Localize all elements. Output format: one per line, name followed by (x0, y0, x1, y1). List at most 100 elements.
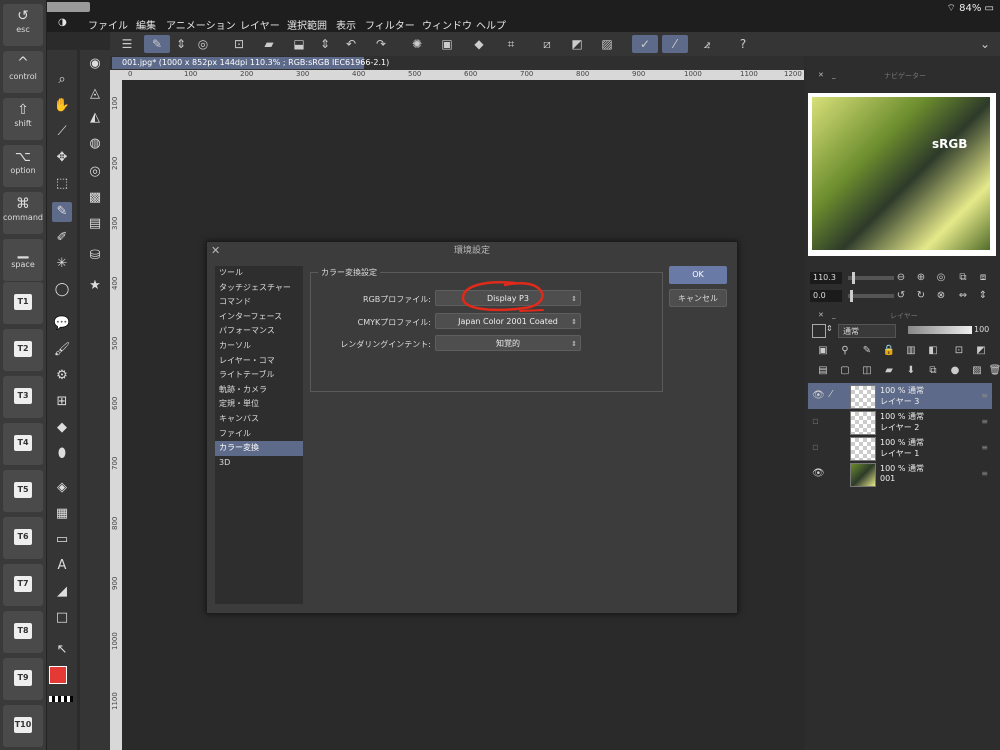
zoom-slider[interactable] (848, 272, 894, 284)
loading-icon[interactable]: ✺ (408, 35, 426, 53)
mask-enable-icon[interactable]: ◧ (926, 344, 940, 358)
eyedropper-icon[interactable]: ⟋ (52, 122, 72, 142)
edit-mode-icon[interactable]: ✎ (144, 35, 170, 53)
operation-icon[interactable]: ◉ (85, 54, 105, 74)
crop-icon[interactable]: ⌗ (502, 35, 520, 53)
category-item[interactable]: 3D (215, 456, 303, 471)
layer-property-icon[interactable]: ▤ (816, 364, 830, 378)
menu-file[interactable]: ファイル (88, 17, 128, 32)
rotation-slider[interactable] (848, 290, 894, 302)
chevron-updown-icon[interactable]: ⇕ (172, 35, 190, 53)
opacity-value[interactable]: 100 (974, 325, 989, 334)
category-item-selected[interactable]: カラー変換 (215, 441, 303, 456)
option-key[interactable]: ⌥ option (3, 145, 43, 187)
eye-hidden-icon[interactable]: ▫ (812, 442, 819, 453)
zoom-in-icon[interactable]: ⊕ (914, 272, 928, 283)
zoom-icon[interactable]: ⌕ (52, 70, 72, 90)
eye-icon[interactable]: 👁 (812, 468, 825, 479)
reset-rotation-icon[interactable]: ⊗ (934, 290, 948, 301)
t1-button[interactable]: T1 (3, 282, 43, 324)
flip-horizontal-icon[interactable]: ⇔ (956, 290, 970, 301)
category-item[interactable]: 軌跡・カメラ (215, 383, 303, 398)
t3-button[interactable]: T3 (3, 376, 43, 418)
ruler-show-icon[interactable]: ⊡ (952, 344, 966, 358)
apply-mask-icon[interactable]: ▨ (970, 364, 984, 378)
rotation-field[interactable]: 0.0 (810, 290, 842, 302)
redo-arrow-icon[interactable]: ↷ (372, 35, 390, 53)
drag-handle-icon[interactable]: ≡ (981, 417, 988, 426)
menu-animation[interactable]: アニメーション (166, 17, 236, 32)
material-icon[interactable]: ⛁ (85, 246, 105, 266)
help-icon[interactable]: ? (734, 35, 752, 53)
t9-button[interactable]: T9 (3, 658, 43, 700)
navigator-preview[interactable]: sRGB (808, 93, 996, 256)
flip-vertical-icon[interactable]: ⇕ (976, 290, 990, 301)
balloon-icon[interactable]: 💬 (52, 314, 72, 334)
fit-window-icon[interactable]: ⧈ (976, 272, 990, 283)
hand-icon[interactable]: ✋ (52, 96, 72, 116)
layer-clip-icon[interactable]: ▣ (816, 344, 830, 358)
t2-button[interactable]: T2 (3, 329, 43, 371)
lock-transparent-icon[interactable]: ▥ (904, 344, 918, 358)
menu-window[interactable]: ウィンドウ (422, 17, 472, 32)
layer-clip-icon[interactable]: ▣ (438, 35, 456, 53)
invert-icon[interactable]: ◩ (568, 35, 586, 53)
menu-selection[interactable]: 選択範囲 (287, 17, 327, 32)
mask-icon[interactable]: ▨ (598, 35, 616, 53)
brush-icon[interactable]: 🖌 (52, 340, 72, 360)
blend-mode-select[interactable]: 通常 (838, 324, 896, 338)
eraser-icon[interactable]: ◆ (52, 418, 72, 438)
rendering-intent-select[interactable]: 知覚的 ⇕ (435, 335, 581, 351)
category-item[interactable]: カーソル (215, 339, 303, 354)
open-folder-icon[interactable]: ▰ (260, 35, 278, 53)
favorite-icon[interactable]: ★ (85, 276, 105, 296)
text-icon[interactable]: A (52, 556, 72, 576)
app-logo-icon[interactable]: ◑ (58, 17, 67, 28)
category-item[interactable]: ファイル (215, 427, 303, 442)
draft-icon[interactable]: ✎ (860, 344, 874, 358)
category-item[interactable]: パフォーマンス (215, 324, 303, 339)
t7-button[interactable]: T7 (3, 564, 43, 606)
blend-icon[interactable]: ⬮ (52, 444, 72, 464)
layer-row[interactable]: ▫ 100 % 通常 レイヤー 2 ≡ (808, 409, 992, 435)
ruler-icon[interactable]: ⦨ (698, 35, 716, 53)
stabilize-icon[interactable]: ✓ (632, 35, 658, 53)
create-mask-icon[interactable]: ● (948, 364, 962, 378)
category-item[interactable]: レイヤー・コマ (215, 354, 303, 369)
select-icon[interactable]: ⬚ (52, 174, 72, 194)
pencil-icon[interactable]: ✐ (52, 228, 72, 248)
object-select-icon[interactable]: ↖ (52, 640, 72, 660)
close-icon[interactable]: ✕ (818, 311, 824, 319)
chevron-updown-icon[interactable]: ⇕ (826, 324, 833, 333)
cancel-button[interactable]: キャンセル (669, 289, 727, 307)
transparent-color-swatch[interactable] (49, 696, 73, 702)
new-file-icon[interactable]: ⊡ (230, 35, 248, 53)
fill-bucket-icon[interactable]: ◆ (470, 35, 488, 53)
space-key[interactable]: ▁ space (3, 239, 43, 281)
lock-icon[interactable]: 🔒 (882, 344, 896, 358)
rectangle-icon[interactable]: □ (52, 608, 72, 628)
category-item[interactable]: コマンド (215, 295, 303, 310)
t10-button[interactable]: T10 (3, 705, 43, 747)
pattern-icon[interactable]: ⊞ (52, 392, 72, 412)
decoration-icon[interactable]: ⚙ (52, 366, 72, 386)
stroke-icon[interactable]: ⁄ (662, 35, 688, 53)
t5-button[interactable]: T5 (3, 470, 43, 512)
menu-edit[interactable]: 編集 (136, 17, 156, 32)
delete-layer-icon[interactable]: 🗑 (988, 364, 1000, 378)
command-key[interactable]: ⌘ command (3, 192, 43, 234)
t4-button[interactable]: T4 (3, 423, 43, 465)
minimize-icon[interactable]: _ (832, 71, 836, 79)
opacity-slider[interactable] (908, 326, 972, 334)
drag-handle-icon[interactable]: ≡ (981, 391, 988, 400)
minimize-icon[interactable]: _ (832, 311, 836, 319)
zoom-out-icon[interactable]: ⊖ (894, 272, 908, 283)
zoom-field[interactable]: 110.3 (810, 272, 842, 284)
layer-color-icon[interactable] (812, 324, 826, 338)
close-icon[interactable]: ✕ (818, 71, 824, 79)
menu-filter[interactable]: フィルター (365, 17, 415, 32)
move-icon[interactable]: ✥ (52, 148, 72, 168)
chevron-updown-2-icon[interactable]: ⇕ (316, 35, 334, 53)
transform-icon[interactable]: ◭ (85, 108, 105, 128)
shift-key[interactable]: ⇧ shift (3, 98, 43, 140)
